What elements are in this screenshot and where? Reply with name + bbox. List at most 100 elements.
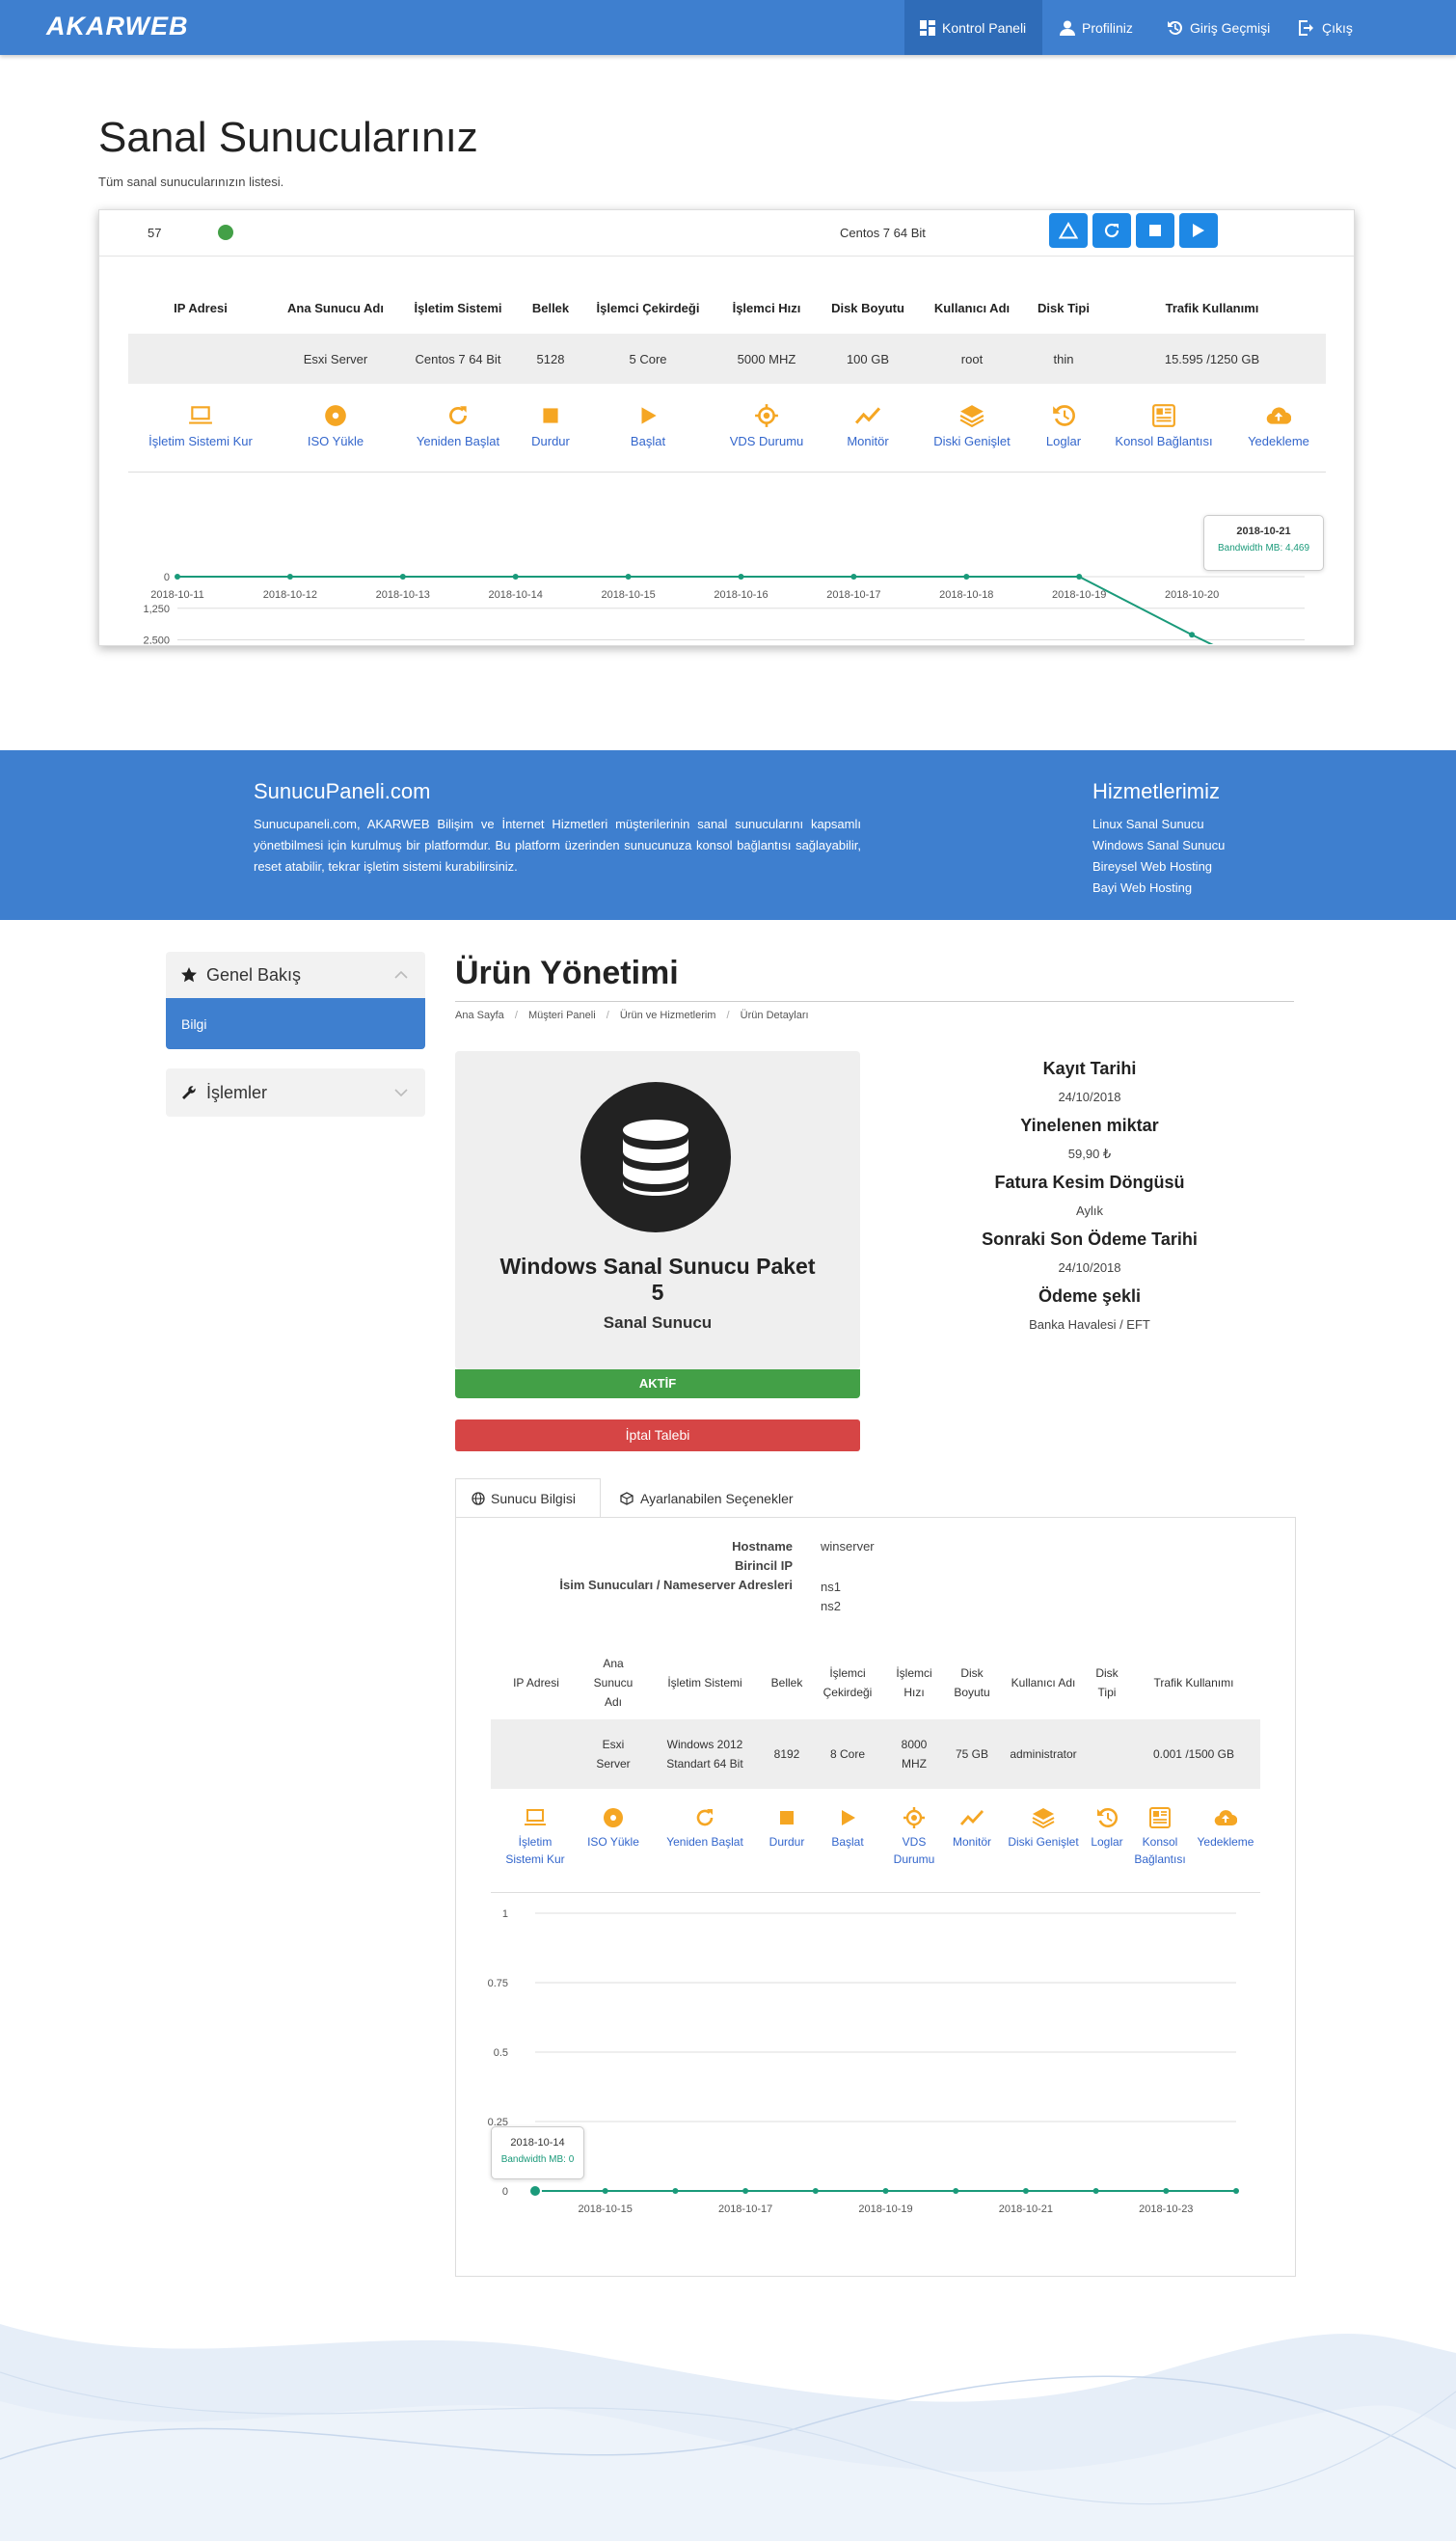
detail-value: 24/10/2018 [1058, 1260, 1121, 1275]
column-header: İşletim Sistemi [652, 1673, 758, 1692]
refresh-icon [449, 406, 467, 424]
column-header: Trafik Kullanımı [1165, 301, 1259, 315]
chevron-up-icon [394, 971, 408, 979]
top-navbar: AKARWEB Kontrol Paneli Profiliniz Giriş … [0, 0, 1456, 55]
data-point [1189, 632, 1196, 638]
table-cell-line: Esxi [602, 1738, 625, 1751]
nav-label: Kontrol Paneli [942, 19, 1027, 36]
column-header-line: Ana [603, 1657, 624, 1670]
tab-server-info[interactable]: Sunucu Bilgisi [455, 1478, 601, 1518]
layers-icon [1032, 1808, 1055, 1829]
backup-action[interactable]: Yedekleme [1187, 1806, 1264, 1851]
nameserver-label: İsim Sunucuları / Nameserver Adresleri [559, 1578, 793, 1592]
x-tick-label: 2018-10-17 [826, 589, 880, 601]
restart-action[interactable]: Yeniden Başlat [666, 1806, 743, 1851]
detail-label: Sonraki Son Ödeme Tarihi [982, 1230, 1198, 1249]
detail-label: Yinelenen miktar [1020, 1116, 1159, 1135]
x-tick-label: 2018-10-18 [939, 589, 993, 601]
column-header: Trafik Kullanımı [1141, 1673, 1247, 1692]
table-cell-line: 8 Core [829, 1747, 866, 1761]
divider [128, 472, 1326, 473]
action-label: Başlat [630, 434, 666, 448]
data-point [1163, 2188, 1170, 2194]
column-header: İşlemci Hızı [892, 1663, 936, 1702]
column-header: İşlemci Hızı [732, 301, 801, 315]
y-tick-label: 2,500 [143, 635, 170, 645]
breadcrumb-item[interactable]: Müşteri Paneli [528, 1010, 596, 1021]
install-os-action[interactable]: İşletim Sistemi Kur [133, 403, 268, 448]
column-header-line: Tipi [1097, 1686, 1117, 1699]
chart-tooltip: 2018-10-21 Bandwidth MB: 4,469 [1203, 515, 1324, 571]
laptop-icon [189, 406, 212, 424]
column-header: Disk Boyutu [945, 1663, 999, 1702]
warning-button[interactable] [1049, 213, 1088, 248]
stop-button[interactable] [1136, 213, 1174, 248]
detail-value: 24/10/2018 [1058, 1090, 1121, 1104]
service-link[interactable]: Windows Sanal Sunucu [1092, 835, 1305, 856]
nav-login-history[interactable]: Giriş Geçmişi [1150, 0, 1285, 55]
server-card: 57 Centos 7 64 Bit 5,0003,7502,5001,2500… [98, 209, 1355, 646]
service-link[interactable]: Bayi Web Hosting [1092, 878, 1305, 899]
stop-icon [1149, 225, 1161, 236]
column-header-line: İşlemci [896, 1666, 932, 1680]
y-tick-label: 0.5 [494, 2047, 508, 2059]
data-point [738, 574, 744, 580]
background-wave [0, 2324, 1456, 2541]
install-os-action[interactable]: İşletim Sistemi Kur [497, 1806, 574, 1868]
start-button[interactable] [1179, 213, 1218, 248]
table-cell-line: 8192 [773, 1747, 800, 1761]
iso-upload-action[interactable]: ISO Yükle [575, 1806, 652, 1851]
nav-logout[interactable]: Çıkış [1283, 0, 1368, 55]
x-tick-label: 2018-10-19 [858, 2203, 912, 2215]
x-tick-label: 2018-10-21 [999, 2203, 1053, 2215]
product-name-line: Windows Sanal Sunucu Paket [499, 1254, 816, 1279]
nav-profile[interactable]: Profiliniz [1044, 0, 1148, 55]
iso-upload-action[interactable]: ISO Yükle [268, 403, 403, 448]
data-point [1092, 2188, 1099, 2194]
restart-button[interactable] [1092, 213, 1131, 248]
band-text: Sunucupaneli.com, AKARWEB Bilişim ve İnt… [254, 817, 861, 874]
x-tick-label: 2018-10-16 [714, 589, 768, 601]
table-cell: 8 Core [814, 1744, 881, 1764]
breadcrumb-item[interactable]: Ana Sayfa [455, 1010, 504, 1021]
sidebar-operations-header[interactable]: İşlemler [166, 1068, 425, 1117]
table-cell-line: MHZ [902, 1757, 927, 1771]
data-point [512, 574, 519, 580]
start-action[interactable]: Başlat [580, 403, 715, 448]
line-chart-icon [960, 1810, 984, 1825]
breadcrumb-item[interactable]: Ürün ve Hizmetlerim [620, 1010, 716, 1021]
table-cell: 75 GB [945, 1744, 999, 1764]
history-icon [1168, 20, 1183, 35]
product-group: Sanal Sunucu [603, 1313, 713, 1332]
cancel-request-button[interactable]: İptal Talebi [455, 1419, 860, 1451]
nav-dashboard[interactable]: Kontrol Paneli [904, 0, 1042, 55]
sidebar-overview-header[interactable]: Genel Bakış [166, 952, 425, 998]
stop-icon [780, 1811, 794, 1825]
backup-action[interactable]: Yedekleme [1211, 403, 1346, 448]
detail-value: Banka Havalesi / EFT [1029, 1317, 1150, 1332]
data-point [672, 2188, 679, 2194]
column-header: IP Adresi [174, 301, 228, 315]
data-point [286, 574, 293, 580]
tab-label: Ayarlanabilen Seçenekler [640, 1490, 794, 1506]
laptop-icon [525, 1809, 546, 1825]
column-header: Disk Tipi [1038, 301, 1090, 315]
table-cell: root [960, 352, 984, 366]
refresh-icon [696, 1809, 714, 1826]
services-list: Linux Sanal Sunucu Windows Sanal Sunucu … [1092, 814, 1305, 899]
data-point [882, 2188, 889, 2194]
table-cell: 0.001 /1500 GB [1141, 1744, 1247, 1764]
sidebar-item-info[interactable]: Bilgi [166, 998, 425, 1049]
monitor-action[interactable]: Monitör [933, 1806, 1011, 1851]
start-action[interactable]: Başlat [809, 1806, 886, 1851]
tooltip-date: 2018-10-14 [510, 2137, 565, 2149]
action-label: Yeniden Başlat [666, 1835, 743, 1849]
column-header-line: Disk [1095, 1666, 1119, 1680]
action-label: Yedekleme [1248, 434, 1309, 448]
history-icon [1097, 1807, 1119, 1827]
service-link[interactable]: Bireysel Web Hosting [1092, 856, 1305, 878]
data-point [850, 574, 857, 580]
brand-logo[interactable]: AKARWEB [46, 12, 189, 41]
tab-configurable-options[interactable]: Ayarlanabilen Seçenekler [604, 1478, 809, 1518]
service-link[interactable]: Linux Sanal Sunucu [1092, 814, 1305, 835]
